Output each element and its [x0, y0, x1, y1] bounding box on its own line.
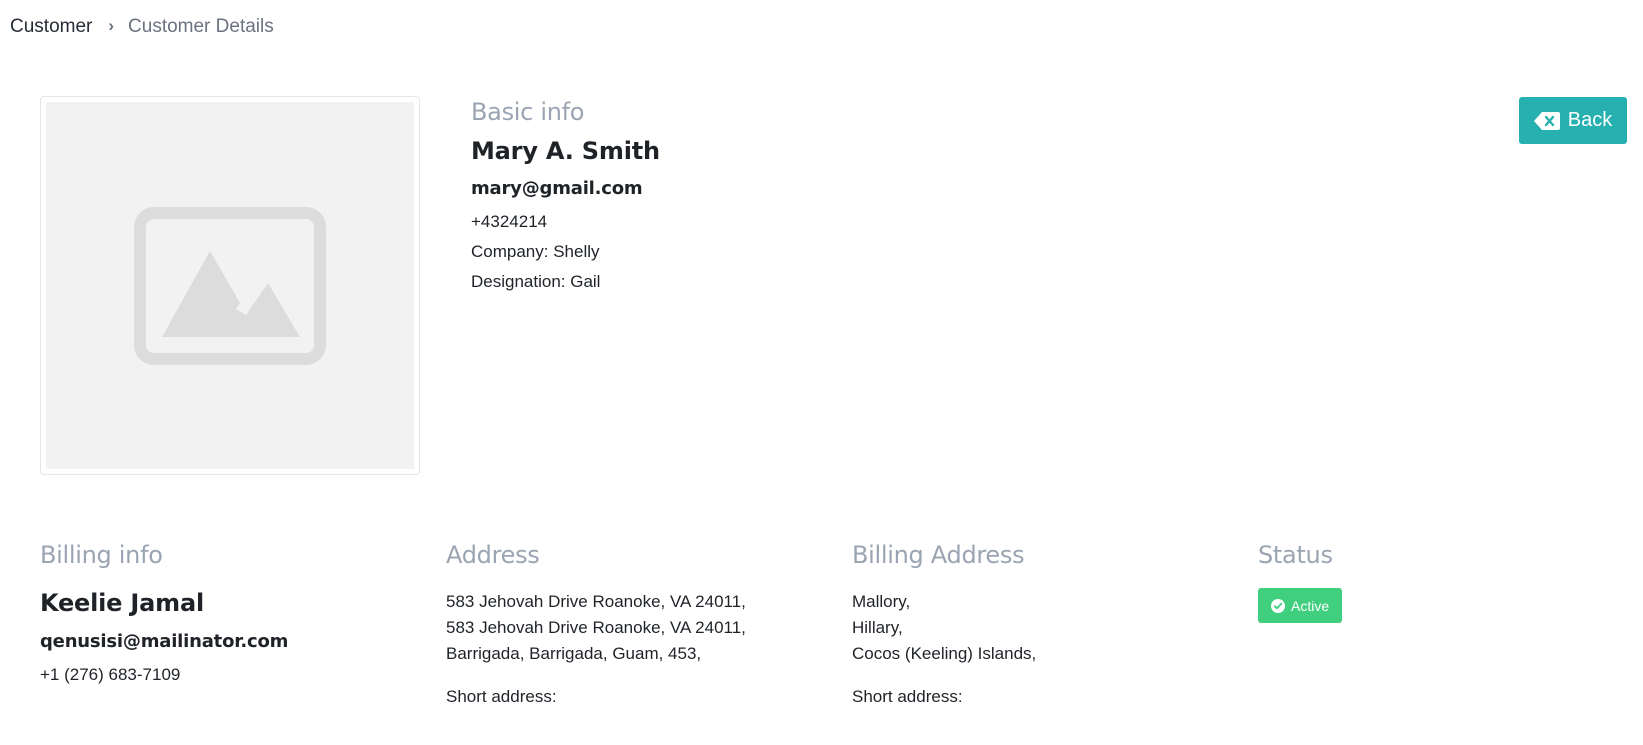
billing-address-line: Cocos (Keeling) Islands, [852, 644, 1037, 663]
customer-image-card [40, 96, 420, 475]
backspace-icon [1533, 111, 1560, 130]
address-section: Address 583 Jehovah Drive Roanoke, VA 24… [446, 541, 746, 707]
billing-info-heading: Billing info [40, 541, 163, 569]
customer-image [46, 102, 414, 469]
status-badge-label: Active [1291, 597, 1330, 614]
billing-email: qenusisi@mailinator.com [40, 631, 289, 652]
image-placeholder-icon [134, 206, 326, 365]
status-heading: Status [1258, 541, 1333, 569]
status-section: Status Active [1258, 541, 1343, 623]
address-heading: Address [446, 541, 540, 569]
billing-address-heading: Billing Address [852, 541, 1025, 569]
billing-short-address-label: Short address: [852, 687, 963, 706]
customer-designation: Designation: Gail [471, 272, 601, 291]
billing-name: Keelie Jamal [40, 589, 204, 617]
back-button[interactable]: Back [1519, 97, 1627, 144]
address-line: Barrigada, Barrigada, Guam, 453, [446, 644, 702, 663]
chevron-right-icon: › [108, 16, 115, 35]
breadcrumb: Customer › Customer Details [10, 16, 274, 38]
billing-address-line: Mallory, [852, 592, 911, 611]
billing-info-section: Billing info Keelie Jamal qenusisi@maili… [40, 541, 288, 685]
basic-info-heading: Basic info [471, 98, 585, 126]
basic-info-section: Basic info Mary A. Smith mary@gmail.com … [471, 98, 660, 302]
address-line: 583 Jehovah Drive Roanoke, VA 24011, [446, 618, 746, 637]
customer-company: Company: Shelly [471, 242, 600, 261]
customer-phone: +4324214 [471, 212, 548, 231]
customer-email: mary@gmail.com [471, 178, 643, 199]
check-circle-icon [1271, 598, 1285, 613]
back-button-label: Back [1567, 109, 1613, 131]
breadcrumb-current: Customer Details [128, 16, 274, 37]
address-line: 583 Jehovah Drive Roanoke, VA 24011, [446, 592, 746, 611]
customer-name: Mary A. Smith [471, 137, 660, 165]
billing-phone: +1 (276) 683-7109 [40, 665, 181, 684]
status-badge: Active [1258, 588, 1343, 623]
short-address-label: Short address: [446, 687, 557, 706]
billing-address-section: Billing Address Mallory, Hillary, Cocos … [852, 541, 1036, 707]
billing-address-line: Hillary, [852, 618, 903, 637]
breadcrumb-customer-link[interactable]: Customer [10, 16, 92, 38]
